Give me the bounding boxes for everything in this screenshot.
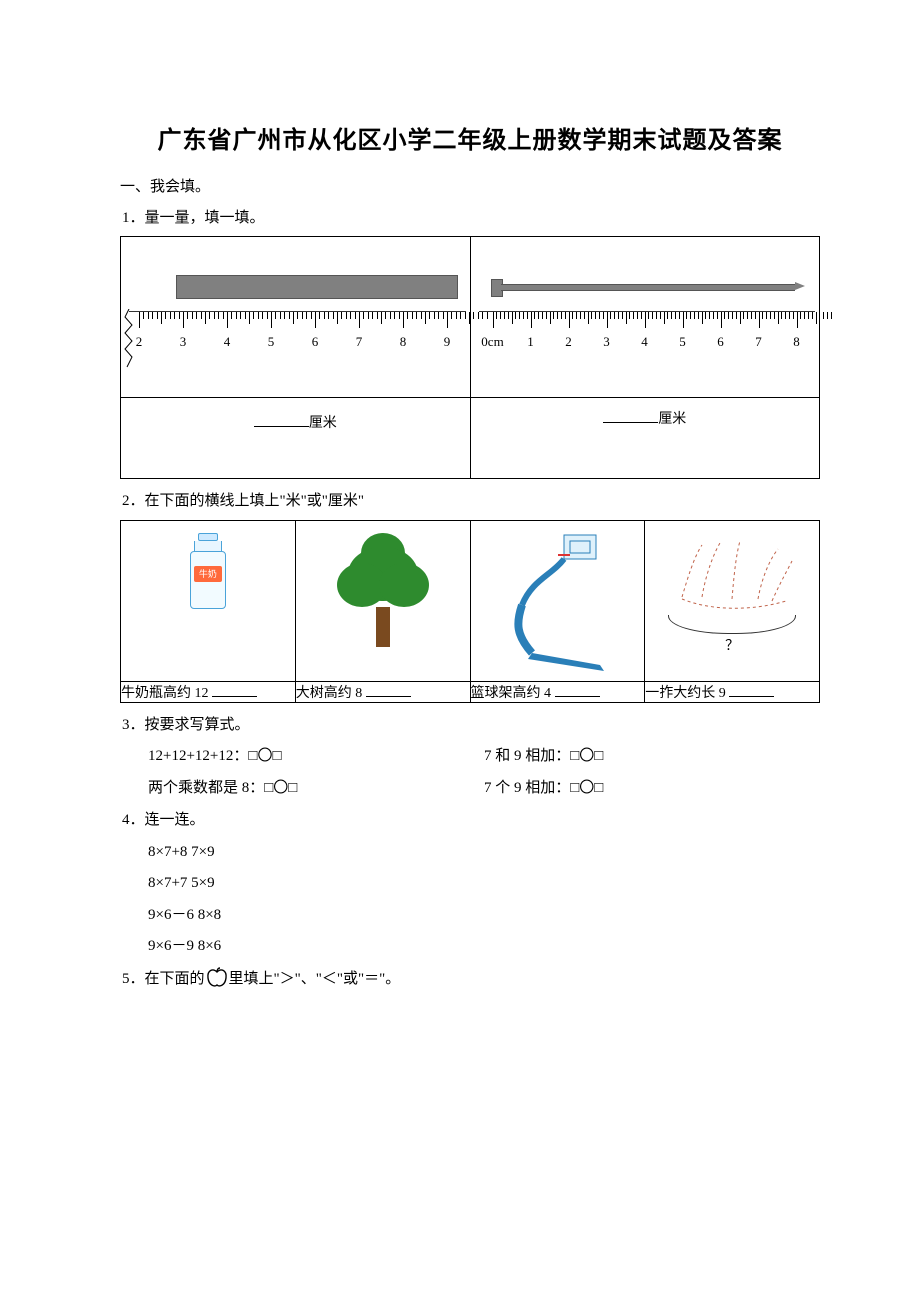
question-1: 1．量一量，填一填。	[122, 204, 820, 233]
fill-blank[interactable]	[254, 412, 309, 427]
q2-label-4: 一拃大约长 9	[645, 681, 820, 702]
q2-label-3: 篮球架高约 4	[470, 681, 645, 702]
question-5: 5．在下面的 里填上"＞"、"＜"或"＝"。	[122, 965, 820, 994]
fill-blank[interactable]	[729, 682, 774, 697]
q4-line-2: 8×7+7 5×9	[148, 868, 820, 900]
question-4: 4．连一连。	[122, 806, 820, 835]
ruler-2: 0cm12345678	[479, 311, 816, 367]
apple-icon	[205, 967, 229, 989]
q3-a: 12+12+12+12：□〇□	[148, 741, 484, 773]
basketball-hoop-icon	[492, 525, 622, 675]
fill-blank[interactable]	[603, 408, 658, 423]
ruler-1: 23456789	[129, 311, 466, 367]
q1-answer-right: 厘米	[470, 398, 820, 479]
q3-d: 7 个 9 相加：□〇□	[484, 773, 820, 805]
tree-icon	[333, 527, 433, 647]
q1-ruler-left: 23456789	[121, 237, 471, 398]
q2-img-hand: ？	[645, 520, 820, 681]
q4-line-1: 8×7+8 7×9	[148, 837, 820, 869]
fill-blank[interactable]	[212, 682, 257, 697]
q3-b: 7 和 9 相加：□〇□	[484, 741, 820, 773]
q2-img-milk: 牛奶	[121, 520, 296, 681]
q2-label-2: 大树高约 8	[295, 681, 470, 702]
question-3: 3．按要求写算式。	[122, 711, 820, 740]
q1-answer-left: 厘米	[121, 398, 471, 479]
section-heading-1: 一、我会填。	[120, 173, 820, 202]
q3-row1: 12+12+12+12：□〇□ 7 和 9 相加：□〇□	[148, 741, 820, 773]
fill-blank[interactable]	[366, 682, 411, 697]
q3-c: 两个乘数都是 8：□〇□	[148, 773, 484, 805]
q4-line-3: 9×6－6 8×8	[148, 900, 820, 932]
q3-row2: 两个乘数都是 8：□〇□ 7 个 9 相加：□〇□	[148, 773, 820, 805]
q4-line-4: 9×6－9 8×6	[148, 931, 820, 963]
q2-table: 牛奶	[120, 520, 820, 703]
q5-pre: 5．在下面的	[122, 971, 205, 987]
page: 广东省广州市从化区小学二年级上册数学期末试题及答案 一、我会填。 1．量一量，填…	[0, 0, 920, 1035]
q2-img-hoop	[470, 520, 645, 681]
q2-label-1: 牛奶瓶高约 12	[121, 681, 296, 702]
q1-table: 23456789 0cm12345678 厘米	[120, 236, 820, 479]
milk-bottle-icon: 牛奶	[190, 533, 226, 609]
q2-img-tree	[295, 520, 470, 681]
question-2: 2．在下面的横线上填上"米"或"厘米"	[122, 487, 820, 516]
fill-blank[interactable]	[555, 682, 600, 697]
ruler-broken-edge-icon	[123, 309, 135, 369]
page-title: 广东省广州市从化区小学二年级上册数学期末试题及答案	[120, 120, 820, 155]
hand-span-icon: ？	[662, 527, 802, 657]
q5-post: 里填上"＞"、"＜"或"＝"。	[229, 971, 401, 987]
q1-ruler-right: 0cm12345678	[470, 237, 820, 398]
